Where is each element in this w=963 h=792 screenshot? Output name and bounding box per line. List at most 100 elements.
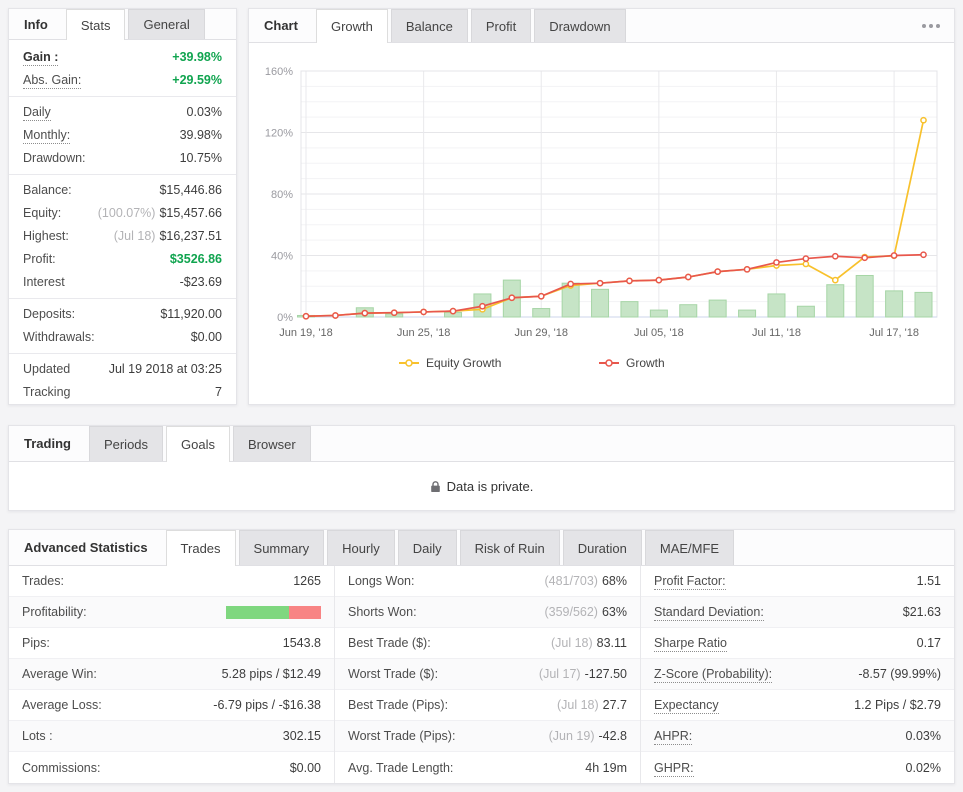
stat-label: Worst Trade ($):	[348, 667, 439, 681]
legend-item-equity-growth[interactable]: Equity Growth	[399, 356, 501, 370]
svg-text:Jul 05, '18: Jul 05, '18	[634, 327, 684, 339]
privacy-panel-tabbar: Trading Periods Goals Browser	[9, 426, 954, 462]
stat-label: Profitability:	[22, 605, 87, 619]
tab-general[interactable]: General	[128, 9, 205, 39]
section-divider	[9, 353, 236, 354]
stat-label: Avg. Trade Length:	[348, 760, 454, 775]
stat-row-daily: Daily 0.03%	[9, 101, 236, 124]
tab-balance[interactable]: Balance	[390, 9, 468, 42]
stat-value: (481/703) 68%	[544, 574, 627, 588]
stat-row-profit: Profit: $3526.86	[9, 248, 236, 271]
tab-trades[interactable]: Trades	[165, 530, 236, 566]
stat-label: Lots :	[22, 729, 53, 743]
stat-value: 1.51	[916, 574, 941, 588]
stat-value: 10.75%	[179, 151, 222, 165]
tab-profit[interactable]: Profit	[470, 9, 532, 42]
stat-label: Withdrawals:	[23, 330, 95, 344]
stat-row-worst-trade-pips: Worst Trade (Pips): (Jun 19) -42.8	[335, 721, 640, 752]
growth-chart-svg: 0% 40% 80% 120% 160% Jun 19, '18 Jun 25, '18 Ju…	[265, 66, 938, 370]
stat-value: 302.15	[282, 729, 321, 743]
stat-label: AHPR:	[654, 729, 693, 745]
svg-text:Jul 11, '18: Jul 11, '18	[752, 327, 801, 339]
stat-value: (Jul 18) 27.7	[556, 698, 627, 712]
stat-label: Daily	[23, 105, 51, 121]
tab-periods[interactable]: Periods	[88, 426, 164, 461]
stat-value: $3526.86	[169, 252, 222, 266]
stat-label: Gain :	[23, 50, 59, 66]
stat-value: (Jul 18) $16,237.51	[113, 229, 222, 243]
tab-browser[interactable]: Browser	[233, 426, 311, 461]
stat-value-prefix: (Jun 19)	[548, 729, 595, 743]
profitability-bar	[226, 605, 321, 619]
tab-stats[interactable]: Stats	[65, 9, 126, 40]
panel-title-advanced-statistics: Advanced Statistics	[24, 540, 148, 555]
stat-row-worst-trade: Worst Trade ($): (Jul 17) -127.50	[335, 659, 640, 690]
stat-label: Best Trade ($):	[348, 636, 431, 650]
svg-text:Jun 25, '18: Jun 25, '18	[397, 327, 450, 339]
legend-item-growth[interactable]: Growth	[599, 356, 665, 370]
tabbar-spacer	[626, 9, 905, 42]
ellipsis-icon[interactable]	[905, 9, 954, 42]
stat-row-abs-gain: Abs. Gain: +29.59%	[9, 69, 236, 92]
stat-value-prefix: (Jul 18)	[550, 636, 593, 650]
section-divider	[9, 298, 236, 299]
info-panel: Info Stats General Gain : +39.98% Abs. Gain:…	[8, 8, 237, 405]
tab-growth[interactable]: Growth	[315, 9, 388, 43]
statistics-panel-tabbar: Advanced Statistics Trades Summary Hourly Da…	[9, 530, 954, 566]
stat-value: $15,446.86	[159, 183, 222, 197]
stat-row-expectancy: Expectancy 1.2 Pips / $2.79	[641, 690, 954, 721]
stat-label: Sharpe Ratio	[654, 636, 727, 652]
tab-duration[interactable]: Duration	[562, 530, 642, 565]
stat-label: GHPR:	[654, 760, 694, 777]
stat-label: Pips:	[22, 636, 50, 650]
tab-hourly[interactable]: Hourly	[327, 530, 395, 565]
stat-value-prefix: (Jul 18)	[113, 229, 156, 243]
stat-row-best-trade-pips: Best Trade (Pips): (Jul 18) 27.7	[335, 690, 640, 721]
svg-text:Growth: Growth	[626, 356, 665, 370]
stat-row-profitability: Profitability:	[9, 597, 334, 628]
stat-value: 0.03%	[905, 729, 941, 743]
stat-row-pips: Pips: 1543.8	[9, 628, 334, 659]
profitability-win-segment	[226, 605, 289, 619]
stat-value: (Jul 18) 83.11	[550, 636, 627, 650]
stat-label: Tracking	[23, 385, 71, 399]
stat-value: (Jul 17) -127.50	[538, 667, 627, 681]
stat-value: 0.03%	[186, 105, 222, 119]
stat-label: Equity:	[23, 206, 62, 220]
stat-value-prefix: (481/703)	[544, 574, 598, 588]
stat-row-gain: Gain : +39.98%	[9, 46, 236, 69]
stat-label: Expectancy	[654, 698, 719, 714]
stat-value: $21.63	[902, 605, 941, 619]
stat-value: $11,920.00	[160, 307, 222, 321]
tab-goals[interactable]: Goals	[166, 426, 230, 462]
stat-label: Standard Deviation:	[654, 605, 764, 621]
stat-row-interest: Interest -$23.69	[9, 271, 236, 294]
stat-value-prefix: (359/562)	[544, 605, 598, 619]
tab-risk-of-ruin[interactable]: Risk of Ruin	[459, 530, 560, 565]
tab-mae-mfe[interactable]: MAE/MFE	[644, 530, 735, 565]
stat-row-equity: Equity: (100.07%) $15,457.66	[9, 202, 236, 225]
panel-title-chart: Chart	[264, 18, 298, 33]
stat-row-trades: Trades: 1265	[9, 566, 334, 597]
chart-body: 0% 40% 80% 120% 160% Jun 19, '18 Jun 25, '18 Ju…	[249, 43, 954, 404]
stat-label: Drawdown:	[23, 151, 86, 165]
stat-label: Deposits:	[23, 307, 76, 321]
stat-value: 5.28 pips / $12.49	[221, 667, 321, 681]
stat-row-updated: Updated Jul 19 2018 at 03:25	[9, 358, 236, 381]
tab-drawdown[interactable]: Drawdown	[534, 9, 626, 42]
stat-label: Shorts Won:	[348, 605, 417, 619]
stat-value: 0.17	[916, 636, 941, 650]
statistics-column-2: Longs Won: (481/703) 68% Shorts Won: (359/56…	[334, 566, 640, 783]
svg-text:120%: 120%	[265, 128, 293, 140]
tab-daily[interactable]: Daily	[397, 530, 457, 565]
stat-value: 1543.8	[282, 636, 321, 650]
stat-row-standard-deviation: Standard Deviation: $21.63	[641, 597, 954, 628]
statistics-column-3: Profit Factor: 1.51 Standard Deviation: $21…	[640, 566, 954, 783]
tab-summary[interactable]: Summary	[238, 530, 325, 565]
stat-label: Trades:	[22, 574, 64, 588]
privacy-panel: Trading Periods Goals Browser Data is priva…	[8, 425, 955, 511]
stat-row-shorts-won: Shorts Won: (359/562) 63%	[335, 597, 640, 628]
svg-text:0%: 0%	[277, 312, 293, 324]
lock-icon	[430, 480, 440, 492]
chart-legend[interactable]: Equity Growth Growth	[399, 356, 665, 370]
